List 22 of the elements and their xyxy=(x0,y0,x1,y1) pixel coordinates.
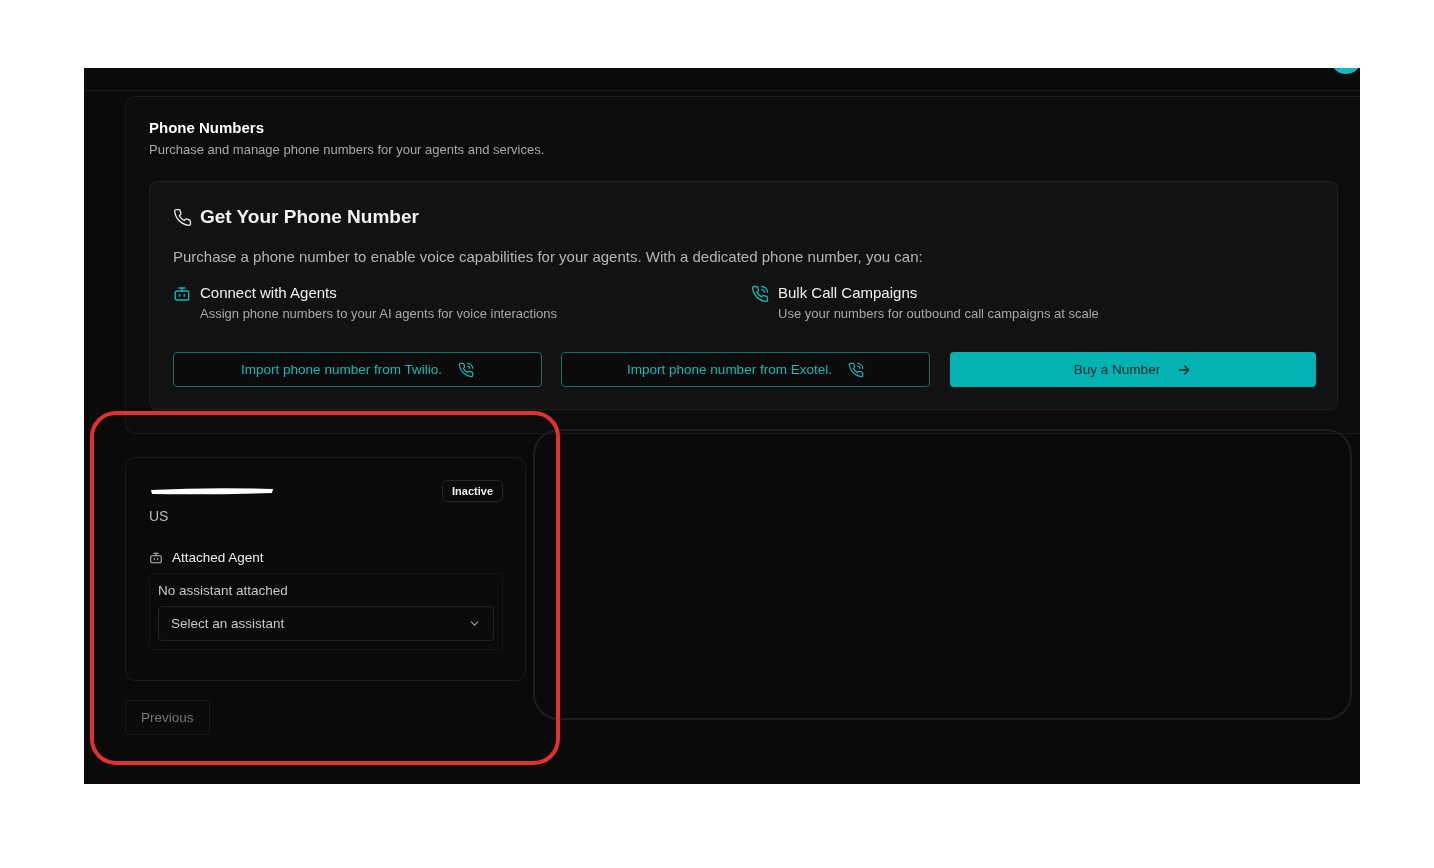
phone-call-icon xyxy=(847,361,864,378)
import-button[interactable]: Import phone number from Exotel. xyxy=(561,352,930,387)
section-subtitle: Purchase and manage phone numbers for your agents and services. xyxy=(149,142,546,157)
section-title: Phone Numbers xyxy=(149,119,266,136)
country-label: US xyxy=(149,508,170,524)
feature-title: Bulk Call Campaigns xyxy=(778,284,919,301)
agent-status-text: No assistant attached xyxy=(158,583,289,598)
promo-description: Purchase a phone number to enable voice capabilities for your agents. With a dedicated phone number, you can: xyxy=(173,248,924,265)
attached-agent-label: Attached Agent xyxy=(172,550,264,565)
promo-title: Get Your Phone Number xyxy=(200,206,419,228)
feature-description: Use your numbers for outbound call campaigns at scale xyxy=(778,306,1099,321)
phone-call-icon xyxy=(751,285,769,303)
robot-icon xyxy=(149,550,163,565)
assistant-select[interactable]: Select an assistant xyxy=(158,606,494,641)
phone-call-icon xyxy=(457,361,474,378)
robot-icon xyxy=(173,285,191,303)
import-button[interactable]: Import phone number from Twilio. xyxy=(173,352,542,387)
feature-title: Connect with Agents xyxy=(200,284,338,301)
feature-description: Assign phone numbers to your AI agents for voice interactions xyxy=(200,306,557,321)
buy-number-button[interactable]: Buy a Number xyxy=(950,352,1316,387)
status-badge: Inactive xyxy=(442,480,503,502)
phone-icon xyxy=(173,207,192,227)
